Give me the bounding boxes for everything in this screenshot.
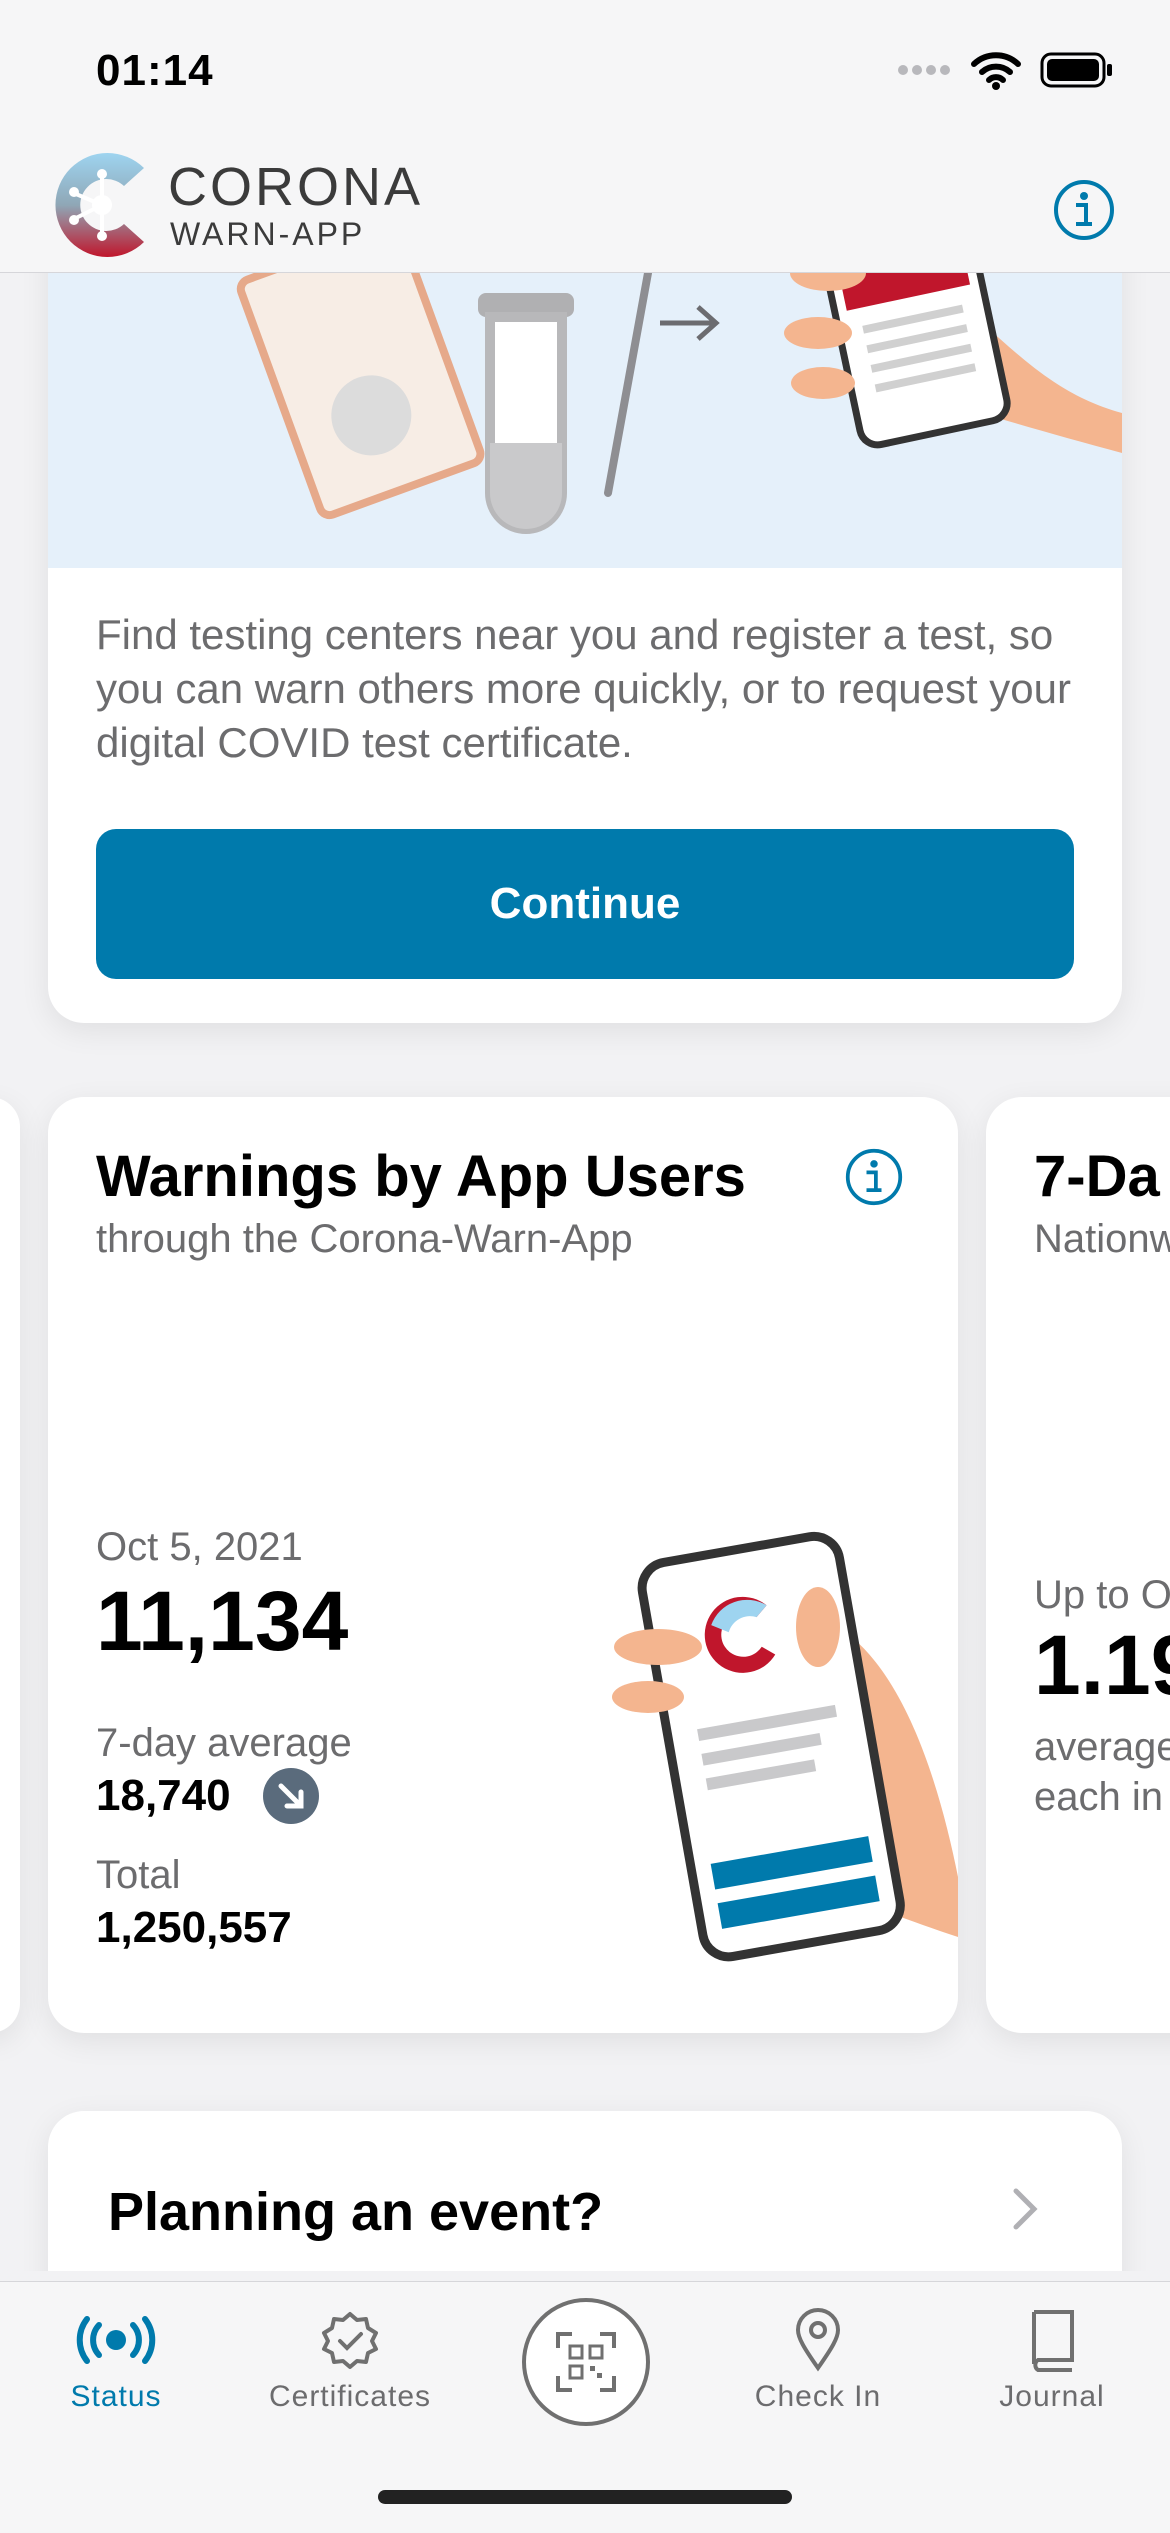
app-header: CORONA WARN-APP <box>0 140 1170 273</box>
info-icon[interactable] <box>844 1147 904 1207</box>
corona-warn-app-logo <box>55 153 144 257</box>
qr-scan-button[interactable] <box>522 2298 650 2426</box>
cellular-signal-icon <box>898 65 950 75</box>
wifi-icon <box>971 52 1021 90</box>
stat-total-label: Total <box>96 1853 181 1897</box>
test-illustration <box>48 273 1122 568</box>
tab-certificates-label: Certificates <box>268 2380 432 2413</box>
stat-date: Oct 5, 2021 <box>96 1525 303 1569</box>
phone-hand-illustration <box>612 1531 958 1962</box>
event-title: Planning an event? <box>108 2182 604 2242</box>
status-icon <box>76 2316 156 2364</box>
status-time: 01:14 <box>96 46 214 95</box>
next-stat-subtitle: Nationw <box>1034 1217 1170 1261</box>
info-icon[interactable] <box>1052 178 1116 242</box>
previous-stat-card-peek[interactable] <box>0 1097 20 2033</box>
stat-total-value: 1,250,557 <box>96 1903 292 1952</box>
next-stat-card-peek[interactable]: 7-Da Nationw Up to O 1.19 average each i… <box>986 1097 1170 2033</box>
next-stat-caption-1: average <box>1034 1725 1170 1769</box>
warnings-stat-card[interactable]: Warnings by App Users through the Corona… <box>48 1097 958 2033</box>
tab-journal[interactable]: Journal <box>952 2282 1152 2462</box>
tab-status[interactable]: Status <box>16 2282 216 2462</box>
stat-average-label: 7-day average <box>96 1721 352 1765</box>
location-pin-icon <box>795 2308 841 2372</box>
next-stat-caption-2: each in <box>1034 1775 1163 1819</box>
next-stat-date: Up to O <box>1034 1573 1170 1617</box>
tab-check-in-label: Check In <box>754 2380 882 2413</box>
home-indicator[interactable] <box>378 2490 792 2504</box>
next-stat-title: 7-Da <box>1034 1144 1160 1209</box>
stat-subtitle: through the Corona-Warn-App <box>96 1217 633 1261</box>
stat-title: Warnings by App Users <box>96 1144 746 1209</box>
test-description: Find testing centers near you and regist… <box>96 611 1072 766</box>
brand-title: CORONA <box>168 157 424 217</box>
qr-scan-icon <box>556 2332 616 2392</box>
planning-event-card[interactable]: Planning an event? <box>48 2111 1122 2271</box>
tab-check-in[interactable]: Check In <box>718 2282 918 2462</box>
certificate-icon <box>322 2312 378 2369</box>
trend-down-icon <box>263 1768 319 1824</box>
battery-icon <box>1040 52 1112 88</box>
status-icons <box>898 50 1114 90</box>
continue-button[interactable]: Continue <box>96 829 1074 979</box>
test-registration-card: Find testing centers near you and regist… <box>48 273 1122 1023</box>
tab-status-label: Status <box>70 2380 162 2413</box>
tab-certificates[interactable]: Certificates <box>250 2282 450 2462</box>
home-scroll-content[interactable]: Find testing centers near you and regist… <box>0 273 1170 2271</box>
tab-journal-label: Journal <box>999 2380 1105 2413</box>
journal-icon <box>1032 2310 1074 2372</box>
status-bar: 01:14 <box>0 0 1170 140</box>
next-stat-value: 1.19 <box>1034 1618 1170 1712</box>
stat-average-value: 18,740 <box>96 1771 231 1820</box>
test-kit-illustration <box>236 273 1122 534</box>
stat-primary-value: 11,134 <box>96 1574 349 1668</box>
chevron-right-icon <box>1013 2188 1038 2230</box>
brand-subtitle: WARN-APP <box>170 216 366 252</box>
